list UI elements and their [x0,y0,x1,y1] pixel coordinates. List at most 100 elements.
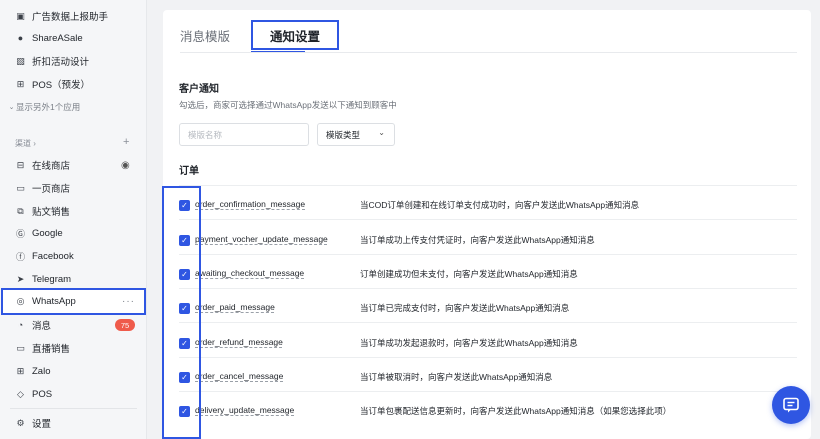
more-options-icon[interactable]: ··· [122,296,135,307]
checkbox-checked[interactable]: ✓ [179,372,190,383]
sidebar-item-telegram[interactable]: ➤ Telegram [0,268,147,290]
sidebar-item-discount[interactable]: ▧ 折扣活动设计 [0,50,147,72]
table-row: ✓ awaiting_checkout_message 订单创建成功但未支付，向… [163,262,811,290]
sidebar-item-label: 设置 [32,419,52,430]
sidebar: ▣ 广告数据上报助手 ● ShareASale ▧ 折扣活动设计 ⊞ POS（预… [0,0,147,439]
zalo-icon: ⊞ [16,365,25,376]
orders-divider [179,185,797,186]
notification-description: 订单创建成功但未支付，向客户发送此WhatsApp通知消息 [360,269,578,279]
checkbox-checked[interactable]: ✓ [179,303,190,314]
sidebar-item-label: 贴文销售 [32,207,71,218]
table-row: ✓ delivery_update_message 当订单包裹配送信息更新时，向… [163,399,811,427]
sidebar-item-live-sales[interactable]: ▭ 直播销售 [0,337,147,359]
notification-description: 当订单包裹配送信息更新时，向客户发送此WhatsApp通知消息（如果您选择此项） [360,406,672,416]
sidebar-item-pos-preview[interactable]: ⊞ POS（预发） [0,73,147,95]
show-more-label: 显示另外1个应用 [16,102,81,112]
row-divider [179,391,797,392]
sidebar-item-label: Zalo [32,365,51,377]
chat-icon [783,397,799,413]
whatsapp-icon: ◎ [16,295,25,306]
grid-icon: ⊞ [16,78,25,89]
row-divider [179,254,797,255]
row-divider [179,288,797,289]
notification-description: 当COD订单创建和在线订单支付成功时，向客户发送此WhatsApp通知消息 [360,200,640,210]
sidebar-item-whatsapp[interactable]: ◎ WhatsApp ··· [0,290,147,312]
row-divider [179,357,797,358]
notification-key: awaiting_checkout_message [195,268,305,278]
google-icon: Ⓖ [15,228,25,239]
notification-key: order_confirmation_message [195,199,306,209]
gear-icon: ⚙ [16,417,25,428]
sidebar-item-messages[interactable]: ◔ 消息 75 [0,314,147,336]
checkbox-checked[interactable]: ✓ [179,200,190,211]
sidebar-item-label: Google [32,227,63,239]
template-name-input[interactable] [179,123,309,146]
sidebar-item-label: 折扣活动设计 [32,57,90,68]
sidebar-item-pos[interactable]: ◇ POS [0,383,147,405]
sidebar-item-label: 一页商店 [32,184,71,195]
eye-icon[interactable]: ◉ [121,160,130,171]
sidebar-item-online-store[interactable]: ⊟ 在线商店 ◉ [0,154,147,176]
add-channel-icon[interactable]: + [123,136,129,148]
table-row: ✓ payment_vocher_update_message 当订单成功上传支… [163,228,811,256]
table-row: ✓ order_refund_message 当订单成功发起退款时，向客户发送此… [163,331,811,359]
shareasale-icon: ● [17,33,24,43]
notification-description: 当订单已完成支付时，向客户发送此WhatsApp通知消息 [360,303,570,313]
orders-section-title: 订单 [179,166,199,177]
sidebar-item-shareasale[interactable]: ● ShareASale [0,27,147,49]
sidebar-item-label: POS [32,388,53,400]
notification-key: order_refund_message [195,337,283,347]
notification-description: 当订单被取消时，向客户发送此WhatsApp通知消息 [360,372,553,382]
sidebar-item-label: WhatsApp [32,295,76,307]
customer-notice-title: 客户通知 [179,84,219,95]
checkbox-checked[interactable]: ✓ [179,338,190,349]
notification-settings-card: 消息模版 通知设置 客户通知 勾选后，商家可选择通过WhatsApp发送以下通知… [163,10,811,439]
tabs-divider [180,52,797,53]
notification-key: order_cancel_message [195,371,284,381]
sidebar-item-post-sales[interactable]: ⧉ 贴文销售 [0,200,147,222]
image-icon: ▣ [16,10,25,21]
sidebar-item-settings[interactable]: ⚙ 设置 [0,412,147,434]
sidebar-item-one-page-store[interactable]: ▭ 一页商店 [0,177,147,199]
sidebar-item-label: POS（预发） [32,80,91,91]
notification-description: 当订单成功发起退款时，向客户发送此WhatsApp通知消息 [360,338,578,348]
sidebar-item-label: 消息 [32,321,52,332]
live-icon: ▭ [16,342,25,353]
notification-description: 当订单成功上传支付凭证时，向客户发送此WhatsApp通知消息 [360,235,595,245]
show-more-apps[interactable]: ⌄ 显示另外1个应用 [0,96,147,118]
tab-notification-settings[interactable]: 通知设置 [251,20,339,50]
row-divider [179,322,797,323]
sidebar-item-label: Telegram [32,273,72,285]
pos-icon: ◇ [17,388,24,399]
sidebar-item-zalo[interactable]: ⊞ Zalo [0,360,147,382]
row-divider [179,219,797,220]
checkbox-checked[interactable]: ✓ [179,235,190,246]
sidebar-item-facebook[interactable]: ⓕ Facebook [0,245,147,267]
sidebar-item-label: 直播销售 [32,344,71,355]
post-icon: ⧉ [17,205,24,216]
telegram-icon: ➤ [16,273,25,284]
notification-key: delivery_update_message [195,405,295,415]
table-row: ✓ order_confirmation_message 当COD订单创建和在线… [163,193,811,221]
sidebar-divider [10,408,137,409]
chevron-down-icon: ⌄ [378,128,385,137]
sidebar-item-label: 在线商店 [32,161,71,172]
table-row: ✓ order_paid_message 当订单已完成支付时，向客户发送此Wha… [163,296,811,324]
sidebar-item-label: 广告数据上报助手 [32,12,109,23]
store-icon: ⊟ [16,159,25,170]
template-type-select[interactable]: 模版类型 ⌄ [317,123,395,146]
tab-message-templates[interactable]: 消息模版 [180,26,230,45]
notification-key: order_paid_message [195,302,275,312]
page-icon: ▭ [16,182,25,193]
customer-notice-description: 勾选后，商家可选择通过WhatsApp发送以下通知到顾客中 [179,100,397,110]
template-type-label: 模版类型 [326,129,361,140]
checkbox-checked[interactable]: ✓ [179,406,190,417]
sidebar-item-google[interactable]: Ⓖ Google [0,222,147,244]
unread-badge: 75 [115,319,135,331]
facebook-icon: ⓕ [15,251,25,262]
chat-support-button[interactable] [772,386,810,424]
sidebar-item-ad-report[interactable]: ▣ 广告数据上报助手 [0,5,147,27]
table-row: ✓ order_cancel_message 当订单被取消时，向客户发送此Wha… [163,365,811,393]
checkbox-checked[interactable]: ✓ [179,269,190,280]
channels-section-label: 渠道 › [15,139,36,148]
